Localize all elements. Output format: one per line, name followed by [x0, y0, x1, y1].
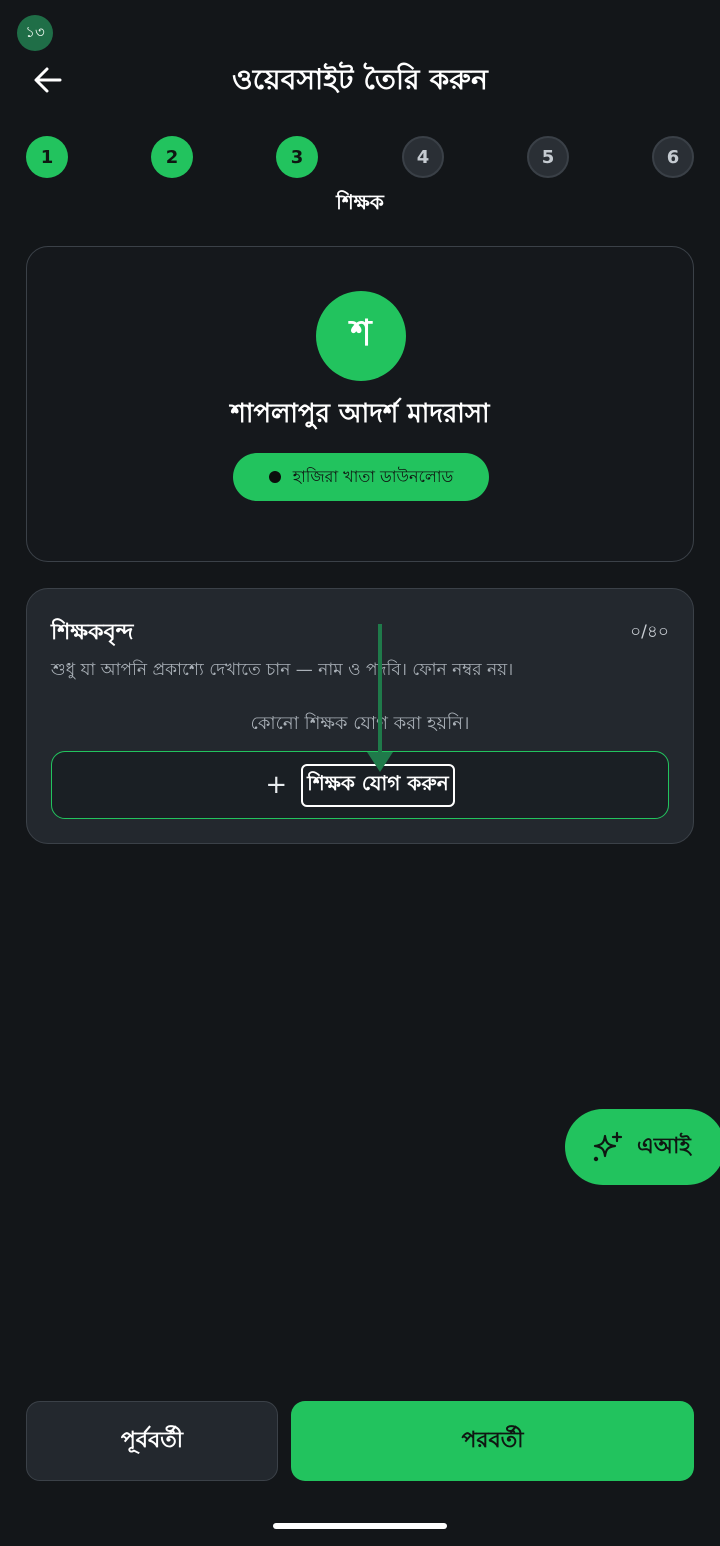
- step-1[interactable]: 1: [26, 136, 68, 178]
- teachers-title: শিক্ষকবৃন্দ: [51, 620, 134, 645]
- sparkles-icon: [593, 1131, 623, 1162]
- school-name: শাপলাপুর আদর্শ মাদরাসা: [230, 399, 490, 429]
- ai-assistant-button[interactable]: এআই: [565, 1109, 720, 1185]
- home-indicator[interactable]: [273, 1523, 447, 1529]
- step-3[interactable]: 3: [276, 136, 318, 178]
- teachers-description: শুধু যা আপনি প্রকাশ্যে দেখাতে চান — নাম …: [51, 660, 514, 680]
- step-2[interactable]: 2: [151, 136, 193, 178]
- current-step-label: শিক্ষক: [336, 190, 384, 214]
- next-button[interactable]: পরবর্তী: [291, 1401, 694, 1481]
- avatar: শ: [316, 291, 406, 381]
- step-5[interactable]: 5: [527, 136, 569, 178]
- teachers-card: শিক্ষকবৃন্দ ০/৪০ শুধু যা আপনি প্রকাশ্যে …: [26, 588, 694, 844]
- stepper: 1 2 3 4 5 6: [26, 136, 694, 178]
- school-profile-card: শ শাপলাপুর আদর্শ মাদরাসা হাজিরা খাতা ডাউ…: [26, 246, 694, 562]
- dot-icon: [268, 471, 281, 483]
- previous-button[interactable]: পূর্ববর্তী: [26, 1401, 278, 1481]
- ai-button-label: এআই: [637, 1133, 691, 1159]
- status-badge: ১৩: [17, 15, 53, 51]
- attendance-download-button[interactable]: হাজিরা খাতা ডাউনলোড: [233, 453, 489, 501]
- add-teacher-label: শিক্ষক যোগ করুন: [301, 763, 455, 807]
- attendance-download-label: হাজিরা খাতা ডাউনলোড: [292, 466, 454, 486]
- plus-icon: +: [265, 770, 288, 800]
- add-teacher-button[interactable]: + শিক্ষক যোগ করুন: [51, 751, 669, 819]
- page-title: ওয়েবসাইট তৈরি করুন: [232, 63, 488, 96]
- teachers-count: ০/৪০: [630, 622, 669, 642]
- step-6[interactable]: 6: [652, 136, 694, 178]
- empty-state-text: কোনো শিক্ষক যোগ করা হয়নি।: [250, 713, 470, 734]
- step-4[interactable]: 4: [402, 136, 444, 178]
